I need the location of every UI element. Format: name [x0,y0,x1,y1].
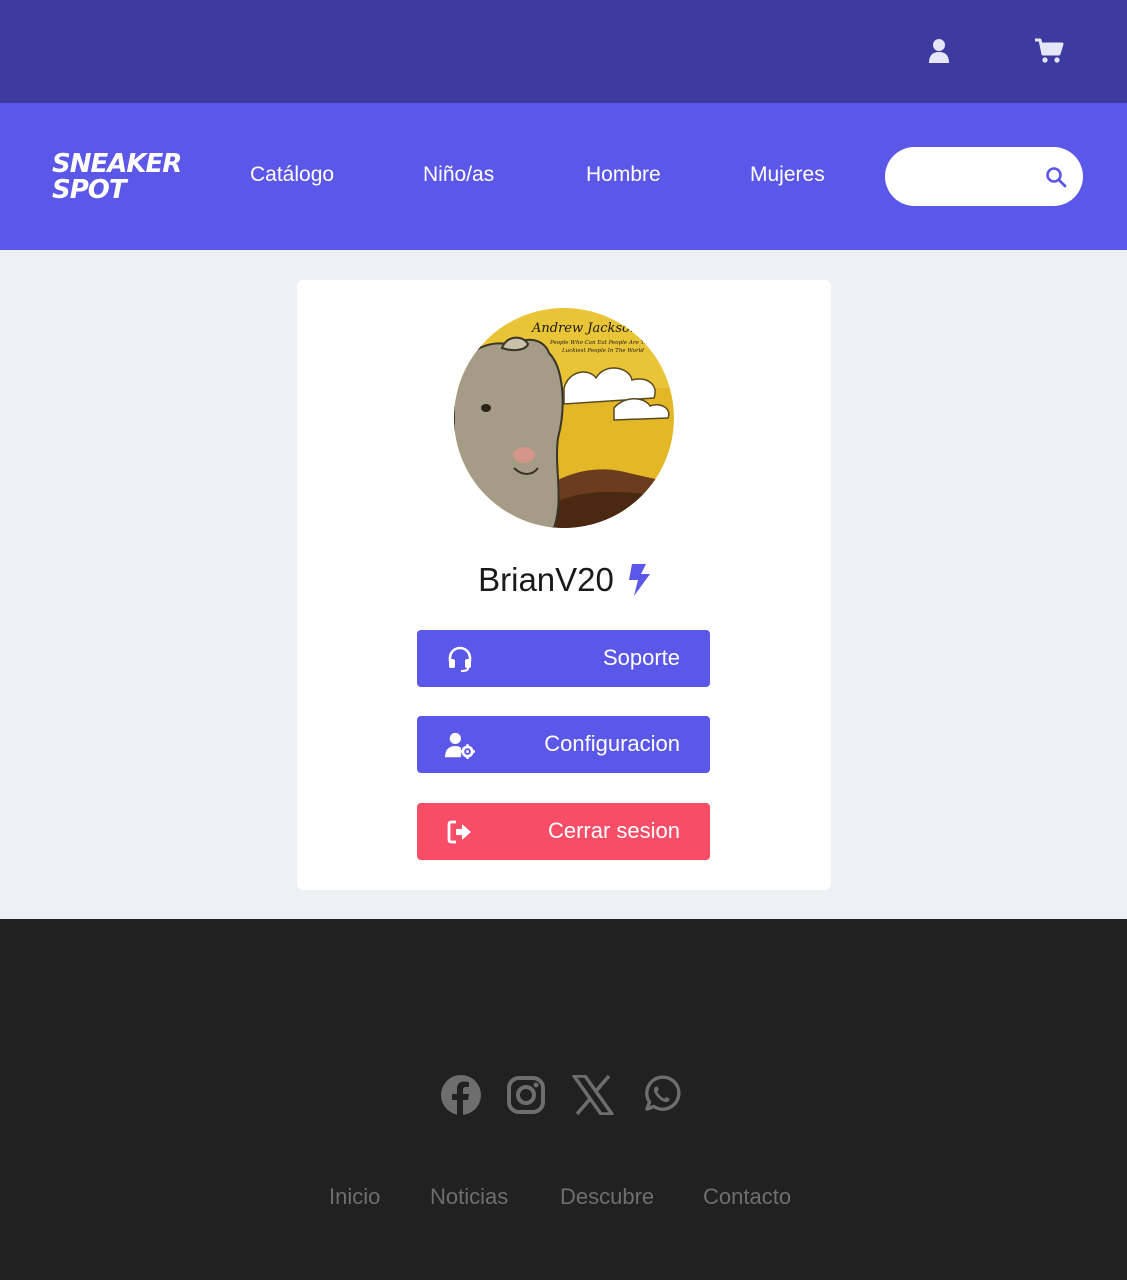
footer-link-inicio[interactable]: Inicio [329,1184,380,1210]
avatar[interactable]: Andrew Jackson People Who Can Eat People… [454,308,674,528]
nav-link-ninos[interactable]: Niño/as [423,163,494,187]
user-gear-icon [445,730,475,760]
logout-icon [445,817,475,847]
support-button[interactable]: Soporte [417,630,710,687]
x-icon[interactable] [572,1074,614,1116]
nav-link-mujeres[interactable]: Mujeres [750,163,825,187]
settings-button-label: Configuracion [544,731,680,756]
footer: Inicio Noticias Descubre Contacto [0,919,1127,1280]
bolt-icon [626,564,650,596]
username: BrianV20 [478,561,614,598]
logout-button-label: Cerrar sesion [547,818,680,843]
facebook-icon[interactable] [440,1074,482,1116]
settings-button[interactable]: Configuracion [417,716,710,773]
avatar-sub2-text: Luckiest People In The World [561,348,644,354]
username-row: BrianV20 [297,558,831,602]
headset-icon [445,644,475,674]
profile-card: Andrew Jackson People Who Can Eat People… [297,280,831,890]
instagram-icon[interactable] [505,1074,547,1116]
footer-link-descubre[interactable]: Descubre [560,1184,654,1210]
footer-link-contacto[interactable]: Contacto [703,1184,791,1210]
whatsapp-icon[interactable] [640,1074,682,1116]
sneakerspot-logo[interactable]: SNEAKER SPOT [50,148,186,205]
user-icon[interactable] [922,34,956,68]
search-input[interactable] [903,147,1043,206]
search-icon[interactable] [1043,164,1069,190]
footer-link-noticias[interactable]: Noticias [430,1184,508,1210]
support-button-label: Soporte [602,645,680,670]
nav-link-hombre[interactable]: Hombre [586,163,661,187]
nav-link-catalogo[interactable]: Catálogo [250,163,334,187]
top-bar [0,0,1127,103]
main-navbar: SNEAKER SPOT Catálogo Niño/as Hombre Muj… [0,103,1127,250]
search-box [885,147,1083,206]
cart-icon[interactable] [1032,34,1066,68]
avatar-sub1-text: People Who Can Eat People Are The [549,340,652,346]
logout-button[interactable]: Cerrar sesion [417,803,710,860]
avatar-title-text: Andrew Jackson [531,321,638,336]
logo-line2: SPOT [52,175,129,204]
